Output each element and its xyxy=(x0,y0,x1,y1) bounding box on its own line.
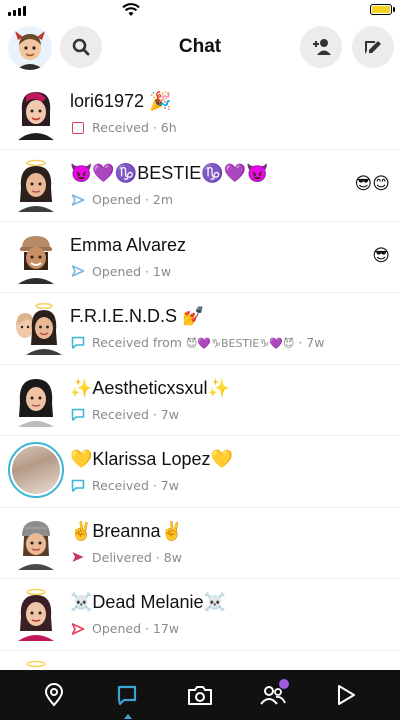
chat-name: ✌️Breanna✌️ xyxy=(70,520,183,541)
chat-status: Opened · 17w xyxy=(70,621,179,636)
chat-row[interactable]: Emma Alvarez Opened · 1w 😎 xyxy=(0,222,400,293)
chat-icon xyxy=(118,685,137,706)
friend-bitmoji-avatar[interactable] xyxy=(12,587,60,641)
chat-status: Received · 6h xyxy=(70,120,177,135)
opened-arrow-icon xyxy=(70,264,86,278)
friend-bitmoji-avatar[interactable] xyxy=(12,516,60,570)
wifi-icon xyxy=(122,3,140,16)
chat-status-text: Received · 6h xyxy=(92,120,177,135)
chat-row[interactable]: ☠️Dead Melanie☠️ Opened · 17w xyxy=(0,579,400,651)
chat-status: Opened · 2m xyxy=(70,192,173,207)
map-button[interactable] xyxy=(32,673,76,717)
play-icon xyxy=(337,685,355,705)
new-chat-icon xyxy=(365,41,381,54)
chat-status-text: Received from 😈💜♑BESTIE♑💜😈 · 7w xyxy=(92,335,325,350)
chat-status: Received · 7w xyxy=(70,407,179,422)
friend-bitmoji-avatar[interactable] xyxy=(12,158,60,212)
chat-name: ✨Aestheticxsxul✨ xyxy=(70,377,230,398)
active-tab-indicator xyxy=(124,714,133,719)
received-chat-icon xyxy=(70,336,86,350)
add-friend-icon xyxy=(313,39,331,55)
received-snap-square-icon xyxy=(70,121,86,135)
chat-status-text: Received · 7w xyxy=(92,406,179,422)
opened-arrow-icon xyxy=(70,622,86,636)
friend-story-avatar[interactable] xyxy=(8,442,64,498)
chat-status-text: Opened · 17w xyxy=(92,621,180,636)
chat-status: Received from 😈💜♑BESTIE♑💜😈 · 7w xyxy=(70,335,324,350)
discover-button[interactable] xyxy=(324,673,368,717)
friend-bitmoji-avatar[interactable] xyxy=(12,659,60,671)
friend-bitmoji-avatar[interactable] xyxy=(12,86,60,140)
new-chat-button[interactable] xyxy=(352,26,394,68)
delivered-arrow-icon xyxy=(70,550,86,564)
received-chat-icon xyxy=(70,407,86,421)
chat-name: 😈💜♑BESTIE♑💜😈 xyxy=(70,163,269,183)
friends-button[interactable] xyxy=(251,673,295,717)
chat-status: Received · 7w xyxy=(70,478,179,493)
chat-status-text: Opened · 1w xyxy=(92,263,172,279)
chat-status-text: Delivered · 8w xyxy=(92,549,182,565)
received-chat-icon xyxy=(70,479,86,493)
chat-status: Delivered · 8w xyxy=(70,550,182,565)
chat-status: Opened · 1w xyxy=(70,264,171,279)
friend-bitmoji-avatar[interactable] xyxy=(12,230,60,284)
chat-list: lori61972 🎉 Received · 6h 😈💜♑BESTIE♑💜😈 O… xyxy=(0,78,400,670)
camera-button[interactable] xyxy=(178,673,222,717)
notification-dot xyxy=(278,679,289,689)
chat-row-partial[interactable] xyxy=(0,651,400,671)
opened-arrow-icon xyxy=(70,193,86,207)
chat-name: F.R.I.E.N.D.S 💅 xyxy=(70,306,205,326)
friend-emoji-badge: 😎😊 xyxy=(354,174,390,194)
header: Chat xyxy=(0,24,400,74)
bottom-nav xyxy=(0,670,400,720)
status-bar xyxy=(0,0,400,22)
battery-icon xyxy=(370,4,395,15)
chat-row[interactable]: lori61972 🎉 Received · 6h xyxy=(0,78,400,150)
group-bitmoji-avatar[interactable] xyxy=(12,301,62,355)
chat-row[interactable]: 😈💜♑BESTIE♑💜😈 Opened · 2m 😎😊 xyxy=(0,150,400,222)
chat-name: lori61972 🎉 xyxy=(70,91,172,111)
chat-row[interactable]: ✌️Breanna✌️ Delivered · 8w xyxy=(0,508,400,579)
chat-name: Emma Alvarez xyxy=(70,234,187,255)
chat-name: ☠️Dead Melanie☠️ xyxy=(70,592,226,612)
chat-name: 💛Klarissa Lopez💛 xyxy=(70,449,233,469)
chat-row[interactable]: ✨Aestheticxsxul✨ Received · 7w xyxy=(0,365,400,436)
camera-icon xyxy=(187,686,212,705)
chat-status-text: Opened · 2m xyxy=(92,192,174,207)
add-friend-button[interactable] xyxy=(300,26,342,68)
chat-status-text: Received · 7w xyxy=(92,478,179,493)
chat-row[interactable]: F.R.I.E.N.D.S 💅 Received from 😈💜♑BESTIE♑… xyxy=(0,293,400,365)
friend-emoji-badge: 😎 xyxy=(372,245,390,266)
map-pin-icon xyxy=(45,683,64,707)
friend-bitmoji-avatar[interactable] xyxy=(12,373,60,427)
chat-tab-button[interactable] xyxy=(105,673,149,719)
chat-row[interactable]: 💛Klarissa Lopez💛 Received · 7w xyxy=(0,436,400,508)
cellular-signal-icon xyxy=(8,6,26,16)
